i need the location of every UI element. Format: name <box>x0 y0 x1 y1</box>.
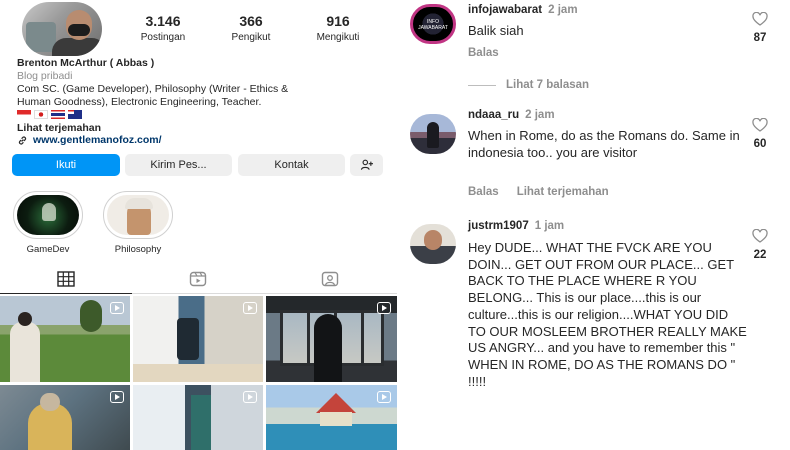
highlight-gamedev-cover <box>17 195 79 235</box>
stat-following-label: Mengikuti <box>316 32 360 43</box>
heart-icon <box>752 118 768 132</box>
commenter-avatar[interactable] <box>410 114 456 154</box>
highlight-philosophy-label: Philosophy <box>114 244 162 255</box>
like-count: 22 <box>753 249 767 261</box>
stat-following-value: 916 <box>326 13 350 29</box>
profile-bio-line-2: Human Goodness), Electronic Engineering,… <box>17 96 262 108</box>
flag-emojis <box>17 110 82 119</box>
profile-panel: 3.146 Postingan 366 Pengikut 916 Mengiku… <box>0 0 397 450</box>
tagged-icon <box>321 271 339 287</box>
comment-username[interactable]: infojawabarat <box>468 4 542 16</box>
website-link[interactable]: www.gentlemanofoz.com/ <box>17 134 162 146</box>
australia-flag-icon <box>68 110 82 119</box>
comment-time: 1 jam <box>534 220 565 232</box>
see-translation-button[interactable]: Lihat terjemahan <box>517 186 609 198</box>
comment-time: 2 jam <box>525 109 555 121</box>
view-replies-label: Lihat 7 balasan <box>506 79 590 91</box>
highlight-gamedev-label: GameDev <box>26 244 70 255</box>
view-replies-link[interactable]: Lihat 7 balasan <box>468 79 589 91</box>
tab-posts-grid[interactable] <box>0 264 132 294</box>
thailand-flag-icon <box>51 110 65 119</box>
reel-icon <box>243 391 257 403</box>
profile-category: Blog pribadi <box>17 70 73 82</box>
profile-bio-line-1: Com SC. (Game Developer), Philosophy (Wr… <box>17 83 289 95</box>
post-thumbnail[interactable] <box>0 385 130 450</box>
stat-following[interactable]: 916 Mengikuti <box>303 13 373 43</box>
contact-button[interactable]: Kontak <box>238 154 345 176</box>
highlight-philosophy-cover <box>107 195 169 235</box>
reply-button[interactable]: Balas <box>468 47 499 59</box>
reels-icon <box>189 271 207 287</box>
highlight-gamedev[interactable]: GameDev <box>13 191 83 255</box>
reply-button[interactable]: Balas <box>468 186 499 198</box>
website-url: www.gentlemanofoz.com/ <box>33 134 162 146</box>
comment-username[interactable]: justrm1907 <box>468 220 529 232</box>
comment-username[interactable]: ndaaa_ru <box>468 109 519 121</box>
profile-tabs <box>0 264 397 294</box>
commenter-avatar[interactable] <box>410 224 456 264</box>
comment-text: Hey DUDE... WHAT THE FVCK ARE YOU DOIN..… <box>468 240 747 389</box>
commenter-avatar[interactable]: INFO JAWABARAT <box>410 4 456 44</box>
indonesia-flag-icon <box>17 110 31 119</box>
like-count: 60 <box>753 138 767 150</box>
comment-like[interactable]: 22 <box>748 229 772 261</box>
tab-reels[interactable] <box>132 264 264 294</box>
comment-actions: Balas <box>468 47 499 59</box>
profile-name: Brenton McArthur ( Abbas ) <box>17 57 155 69</box>
reel-icon <box>110 391 124 403</box>
post-thumbnail[interactable] <box>133 385 263 450</box>
post-thumbnail[interactable] <box>133 296 263 382</box>
comment-header: ndaaa_ru 2 jam <box>468 109 555 121</box>
reel-icon <box>243 302 257 314</box>
stat-posts-label: Postingan <box>140 32 186 43</box>
comment-actions: Balas Lihat terjemahan <box>468 186 609 198</box>
post-grid <box>0 296 397 450</box>
post-thumbnail[interactable] <box>266 296 397 382</box>
comment-header: infojawabarat 2 jam <box>468 4 578 16</box>
message-button[interactable]: Kirim Pes... <box>125 154 232 176</box>
heart-icon <box>752 12 768 26</box>
stat-followers[interactable]: 366 Pengikut <box>216 13 286 43</box>
post-thumbnail[interactable] <box>0 296 130 382</box>
stat-posts[interactable]: 3.146 Postingan <box>128 13 198 43</box>
heart-icon <box>752 229 768 243</box>
comment-like[interactable]: 87 <box>748 12 772 44</box>
comment-header: justrm1907 1 jam <box>468 220 564 232</box>
like-count: 87 <box>753 32 767 44</box>
reel-icon <box>377 391 391 403</box>
comment-text: When in Rome, do as the Romans do. Same … <box>468 128 740 160</box>
profile-avatar[interactable] <box>22 2 102 56</box>
comment-time: 2 jam <box>548 4 578 16</box>
comments-panel: INFO JAWABARAT infojawabarat 2 jam Balik … <box>406 0 790 450</box>
reel-icon <box>110 302 124 314</box>
post-thumbnail[interactable] <box>266 385 397 450</box>
stat-followers-value: 366 <box>239 13 263 29</box>
tab-tagged[interactable] <box>264 264 396 294</box>
reel-icon <box>377 302 391 314</box>
follow-button[interactable]: Ikuti <box>12 154 120 176</box>
stat-followers-label: Pengikut <box>231 32 271 43</box>
stat-posts-value: 3.146 <box>145 13 181 29</box>
grid-icon <box>57 270 75 287</box>
suggest-user-button[interactable] <box>350 154 383 176</box>
link-icon <box>18 135 27 145</box>
replies-divider-line <box>468 84 496 86</box>
add-user-icon <box>360 159 373 170</box>
comment-like[interactable]: 60 <box>748 118 772 150</box>
japan-flag-icon <box>34 110 48 119</box>
avatar-text: INFO JAWABARAT <box>418 19 448 31</box>
comment-text: Balik siah <box>468 23 524 38</box>
panel-divider <box>397 0 406 450</box>
highlight-philosophy[interactable]: Philosophy <box>103 191 173 255</box>
